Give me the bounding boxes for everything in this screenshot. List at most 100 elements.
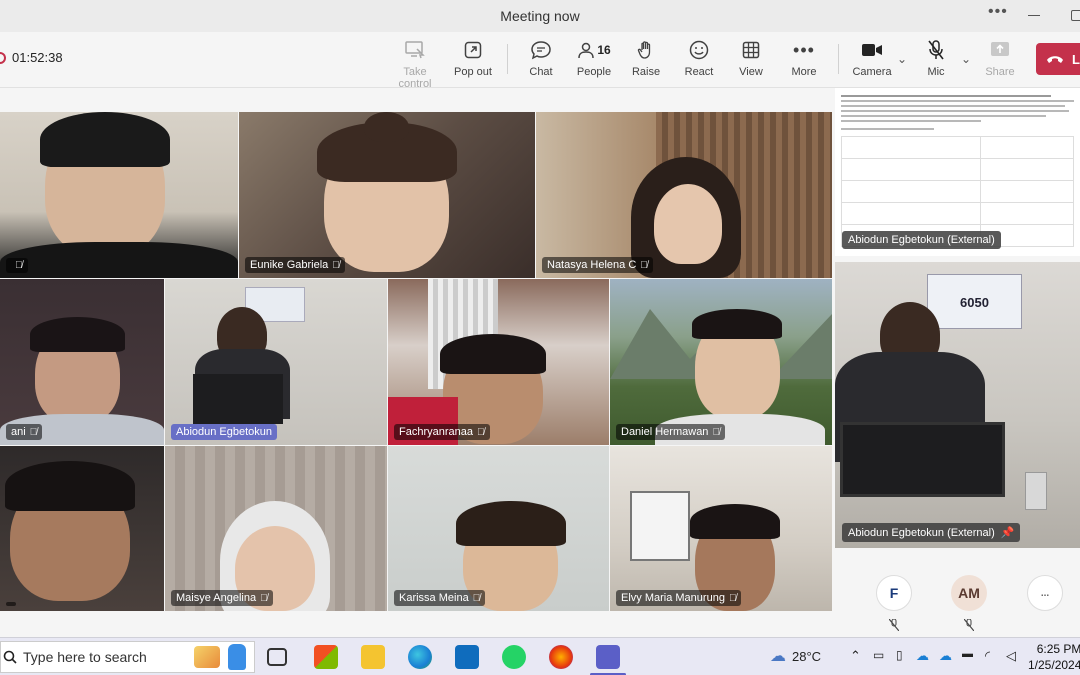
- mic-off-icon: 🎙̸: [640, 259, 648, 271]
- mail-icon[interactable]: [455, 645, 479, 669]
- window-title: Meeting now: [500, 8, 580, 24]
- chat-button[interactable]: Chat: [512, 38, 570, 84]
- maximize-icon[interactable]: [1071, 10, 1080, 21]
- shared-document: [835, 88, 1080, 251]
- pinned-name-tag: Abiodun Egbetokun (External) 📌: [842, 523, 1021, 542]
- taskbar-search[interactable]: Type here to search: [0, 641, 255, 673]
- shared-screen[interactable]: Abiodun Egbetokun (External): [835, 88, 1080, 256]
- participant-name-tag: Daniel Hermawan 🎙̸: [616, 424, 725, 440]
- take-control-icon: [386, 38, 444, 62]
- mic-off-icon: 🎙̸: [728, 592, 737, 604]
- chevron-up-icon[interactable]: ⌃: [850, 648, 861, 664]
- people-button[interactable]: 16 People: [565, 38, 623, 84]
- weather-widget[interactable]: ☁ 28°C: [770, 646, 821, 666]
- video-tile[interactable]: Maisye Angelina 🎙̸: [165, 446, 387, 611]
- avatar[interactable]: AM: [951, 575, 987, 611]
- video-tile[interactable]: Daniel Hermawan 🎙̸: [610, 279, 832, 445]
- video-tile[interactable]: ani 🎙̸: [0, 279, 164, 445]
- chat-label: Chat: [529, 66, 553, 78]
- video-tile[interactable]: [0, 446, 164, 611]
- mic-off-icon: 🎙̸: [260, 592, 268, 604]
- raise-hand-button[interactable]: Raise: [617, 38, 675, 84]
- participant-name-tag: Abiodun Egbetokun: [171, 424, 278, 440]
- participant-hair: [40, 112, 170, 167]
- task-view-icon[interactable]: [267, 648, 287, 666]
- window-more-icon[interactable]: •••: [988, 3, 1008, 21]
- teams-icon[interactable]: [596, 645, 620, 669]
- wifi-icon[interactable]: ◜: [985, 648, 990, 664]
- people-label: People: [576, 66, 612, 78]
- avatar[interactable]: F: [876, 575, 912, 611]
- pinned-video-tile[interactable]: 6050 Abiodun Egbetokun (External) 📌: [835, 262, 1080, 548]
- pop-out-button[interactable]: Pop out: [444, 38, 502, 84]
- react-button[interactable]: React: [670, 38, 728, 84]
- file-explorer-icon[interactable]: [361, 645, 385, 669]
- camera-options-chevron-icon[interactable]: ⌄: [897, 52, 907, 66]
- mic-off-icon: [964, 619, 974, 631]
- video-tile[interactable]: Eunike Gabriela 🎙̸: [239, 112, 535, 278]
- pop-out-label: Pop out: [454, 66, 492, 78]
- video-tile[interactable]: Natasya Helena C 🎙̸: [536, 112, 832, 278]
- toolbar-divider: [838, 44, 839, 74]
- search-highlight-icon: [228, 644, 246, 670]
- volume-icon[interactable]: ◁: [1006, 648, 1016, 664]
- react-label: React: [684, 66, 714, 78]
- more-participants-button[interactable]: ...: [1027, 575, 1063, 611]
- clock-date: 1/25/2024: [1028, 658, 1080, 672]
- share-label: Share: [985, 66, 1015, 78]
- usb-icon[interactable]: ▯: [896, 648, 903, 662]
- edge-browser-icon[interactable]: [408, 645, 432, 669]
- participant-name-tag: Elvy Maria Manurung 🎙̸: [616, 590, 742, 606]
- video-tile[interactable]: Elvy Maria Manurung 🎙̸: [610, 446, 832, 611]
- system-clock[interactable]: 6:25 PM 1/25/2024: [1028, 641, 1080, 673]
- cloud-sync-icon[interactable]: ☁: [939, 648, 952, 664]
- participant-name-tag: 🎙̸: [6, 258, 28, 273]
- share-button[interactable]: Share: [971, 38, 1029, 84]
- pin-icon[interactable]: 📌: [1001, 526, 1015, 539]
- search-highlight-icon: [194, 646, 220, 668]
- participant-face: [654, 184, 722, 264]
- video-tile[interactable]: 🎙̸: [0, 112, 238, 278]
- more-label: More: [791, 66, 817, 78]
- whatsapp-icon[interactable]: [502, 645, 526, 669]
- meeting-timer: 01:52:38: [0, 50, 63, 65]
- leave-label: L: [1072, 51, 1080, 67]
- hang-up-icon: [1047, 56, 1063, 63]
- pinned-name: Abiodun Egbetokun (External): [848, 526, 995, 539]
- camera-button[interactable]: Camera: [843, 38, 901, 84]
- people-icon-wrap: 16: [565, 38, 623, 62]
- timer-text: 01:52:38: [12, 50, 63, 65]
- video-tile[interactable]: Karissa Meina 🎙̸: [388, 446, 609, 611]
- firefox-icon[interactable]: [549, 645, 573, 669]
- water-bottle: [1025, 472, 1047, 510]
- minimize-icon[interactable]: [1028, 15, 1040, 16]
- participant-hair: [456, 501, 566, 546]
- leave-button[interactable]: L: [1036, 43, 1080, 75]
- desk-monitor: [193, 374, 283, 424]
- mic-button[interactable]: Mic: [907, 38, 965, 84]
- wall-poster: 6050: [927, 274, 1022, 329]
- windows-taskbar: Type here to search ☁ 28°C ⌃ ▭ ▯ ☁ ☁ ▬ ◜…: [0, 637, 1080, 675]
- search-placeholder: Type here to search: [23, 649, 147, 665]
- participant-hair: [440, 334, 546, 374]
- take-control-button[interactable]: Take control: [386, 38, 444, 90]
- camera-icon: [843, 38, 901, 62]
- share-icon: [971, 38, 1029, 62]
- clock-time: 6:25 PM: [1036, 642, 1080, 656]
- more-button[interactable]: ••• More: [775, 38, 833, 84]
- video-stage: 🎙̸ Eunike Gabriela 🎙̸ Natasya Helena C 🎙̸ …: [0, 88, 1080, 637]
- view-button[interactable]: View: [722, 38, 780, 84]
- display-icon[interactable]: ▬: [962, 648, 973, 660]
- onedrive-icon[interactable]: ☁: [916, 648, 929, 664]
- room-window: [630, 491, 690, 561]
- raise-hand-icon: [617, 38, 675, 62]
- mic-options-chevron-icon[interactable]: ⌄: [961, 52, 971, 66]
- video-tile[interactable]: Fachryanranaa 🎙̸: [388, 279, 609, 445]
- device-icon[interactable]: ▭: [873, 648, 884, 662]
- mic-off-icon: 🎙̸: [29, 426, 38, 438]
- search-icon: [3, 650, 17, 664]
- presenter-name-tag: Abiodun Egbetokun (External): [842, 231, 1001, 249]
- microsoft-store-icon[interactable]: [314, 645, 338, 669]
- weather-cloud-icon: ☁: [770, 648, 786, 665]
- video-tile[interactable]: Abiodun Egbetokun: [165, 279, 387, 445]
